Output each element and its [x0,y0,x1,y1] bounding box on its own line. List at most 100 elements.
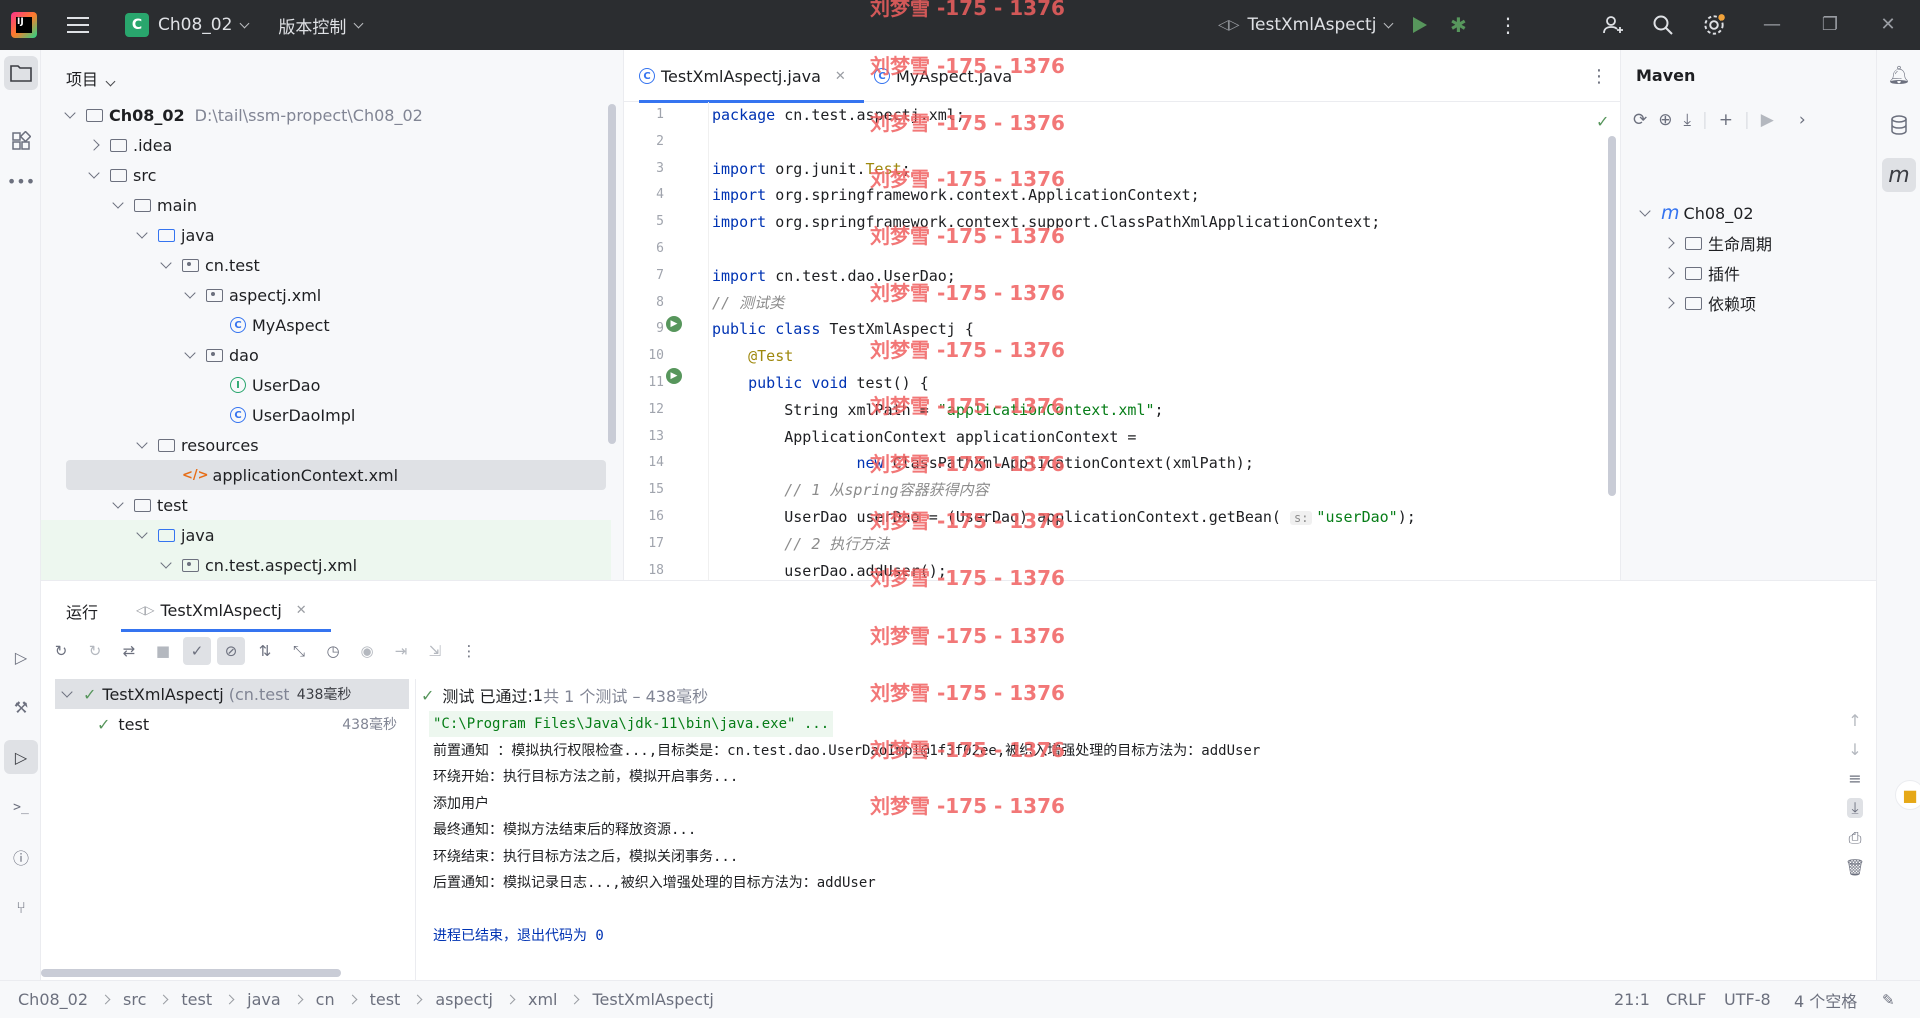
breadcrumb-item[interactable]: xml [528,990,558,1009]
maven-dependencies[interactable]: 依赖项 [1663,288,1756,318]
code-area[interactable]: package cn.test.aspectj.xml; import org.j… [712,102,1612,580]
chevron-right-icon[interactable]: › [1799,110,1806,130]
notifications-icon[interactable]: 🔔︎ [1888,64,1911,86]
caret-position[interactable]: 21:1 [1614,990,1650,1009]
toggle-auto-test-icon[interactable]: ⇄ [115,637,143,665]
tree-item[interactable]: main [41,190,611,220]
chevron-down-icon[interactable] [136,437,148,449]
import-icon[interactable]: ⇥ [387,637,415,665]
rerun-failed-icon[interactable]: ↻ [81,637,109,665]
more-actions-button[interactable]: ⋮ [1498,0,1518,50]
download-icon[interactable]: ⤓ [1684,110,1692,130]
breadcrumb-item[interactable]: test [181,990,212,1009]
up-arrow-icon[interactable]: ↑ [1848,711,1861,730]
close-window-button[interactable]: ✕ [1877,14,1899,36]
history-icon[interactable]: ◷ [319,637,347,665]
run-tool-button[interactable]: ▷ [4,740,38,774]
restore-button[interactable]: ❐ [1819,14,1841,36]
soft-wrap-icon[interactable]: ≡ [1848,769,1861,788]
maven-plugins[interactable]: 插件 [1663,258,1740,288]
minimize-button[interactable]: — [1761,14,1783,36]
chevron-right-icon[interactable] [88,139,100,151]
database-icon[interactable] [1888,114,1910,136]
chevron-down-icon[interactable] [160,557,172,569]
problems-tool-button[interactable]: ⓘ [10,846,32,868]
chevron-down-icon[interactable] [184,347,196,359]
run-config-selector[interactable]: ◁▷ TestXmlAspectj [1218,0,1394,50]
scroll-to-end-icon[interactable]: ⤓ [1847,798,1863,818]
more-vertical-icon[interactable]: ⋮ [455,637,483,665]
tree-item[interactable]: cn.test [41,250,611,280]
add-folder-icon[interactable]: ⊕ [1658,110,1672,130]
run-class-gutter-icon[interactable]: ▶ [666,316,682,332]
down-arrow-icon[interactable]: ↓ [1848,740,1861,759]
editor-scrollbar[interactable] [1608,136,1616,496]
tab-myaspect[interactable]: C MyAspect.java [874,50,1012,102]
tree-item[interactable]: resources [41,430,611,460]
collapse-icon[interactable]: ⤡ [285,637,313,665]
run-tab[interactable]: ◁▷ TestXmlAspectj ✕ [136,589,307,631]
project-panel-title[interactable]: 项目 [66,66,116,90]
breadcrumb-item[interactable]: cn [316,990,335,1009]
chevron-down-icon[interactable] [136,527,148,539]
breadcrumb-item[interactable]: Ch08_02 [18,990,88,1009]
services-tool-button[interactable]: ▷ [10,646,32,668]
chevron-down-icon[interactable] [160,257,172,269]
tree-item[interactable]: Ch08_02 D:\tail\ssm-propect\Ch08_02 [41,100,611,130]
chevron-down-icon[interactable] [64,107,76,119]
chevron-down-icon[interactable] [88,167,100,179]
maven-lifecycle[interactable]: 生命周期 [1663,228,1772,258]
indent-setting[interactable]: 4 个空格 [1794,988,1857,1012]
structure-tool-button[interactable] [10,130,32,152]
tree-item[interactable]: test [41,490,611,520]
chevron-down-icon[interactable] [184,287,196,299]
chevron-down-icon[interactable] [136,227,148,239]
run-maven-icon[interactable]: ▶ [1761,110,1774,130]
breadcrumb-item[interactable]: java [247,990,281,1009]
show-ignored-icon[interactable]: ⊘ [217,637,245,665]
editor-more-button[interactable]: ⋮ [1590,50,1608,102]
tree-item[interactable]: </> applicationContext.xml [66,460,606,490]
test-suite-row[interactable]: ✓ TestXmlAspectj (cn.test.asp 438毫秒 [55,679,409,709]
console-output[interactable]: "C:\Program Files\Java\jdk-11\bin\java.e… [424,711,1834,981]
maven-root[interactable]: m Ch08_02 [1639,198,1754,228]
tree-item[interactable]: dao [41,340,611,370]
debug-button[interactable]: ✱ [1450,0,1467,50]
tree-item[interactable]: java [41,520,611,550]
camera-icon[interactable]: ◉ [353,637,381,665]
file-encoding[interactable]: UTF-8 [1724,990,1771,1009]
tree-item[interactable]: cn.test.aspectj.xml [41,550,611,580]
project-badge[interactable]: C [125,13,149,37]
chevron-down-icon[interactable] [112,197,124,209]
project-switcher[interactable]: Ch08_02 [158,0,250,50]
run-method-gutter-icon[interactable]: ▶ [666,368,682,384]
run-button[interactable] [1413,0,1427,50]
close-tab-icon[interactable]: ✕ [835,69,846,84]
vcs-menu[interactable]: 版本控制 [278,0,364,50]
tree-item[interactable]: C MyAspect [41,310,611,340]
sort-icon[interactable]: ⇅ [251,637,279,665]
settings-button[interactable] [1701,0,1727,50]
breadcrumb-item[interactable]: src [123,990,146,1009]
chevron-down-icon[interactable] [112,497,124,509]
print-icon[interactable]: ⎙ [1849,828,1862,848]
stop-icon[interactable]: ■ [149,637,177,665]
git-tool-button[interactable]: ⑂ [10,896,32,918]
search-button[interactable] [1651,0,1675,50]
line-separator[interactable]: CRLF [1666,990,1706,1009]
export-icon[interactable]: ⇲ [421,637,449,665]
breadcrumb-item[interactable]: aspectj [435,990,493,1009]
ai-assistant-icon[interactable]: ■ [1895,780,1920,810]
close-tab-icon[interactable]: ✕ [296,603,307,618]
trash-icon[interactable]: 🗑︎ [1845,858,1865,877]
breadcrumb-item[interactable]: TestXmlAspectj [592,990,713,1009]
main-menu-icon[interactable] [67,17,89,33]
maven-tool-button[interactable]: m [1882,158,1916,192]
results-scrollbar[interactable] [41,969,341,977]
refresh-icon[interactable]: ⟳ [1633,110,1647,130]
lock-icon[interactable]: ✎ [1882,991,1895,1009]
test-method-row[interactable]: ✓ test 438毫秒 [55,709,409,739]
project-tool-button[interactable] [4,56,38,90]
add-user-button[interactable] [1601,0,1625,50]
plus-icon[interactable]: + [1719,110,1733,130]
